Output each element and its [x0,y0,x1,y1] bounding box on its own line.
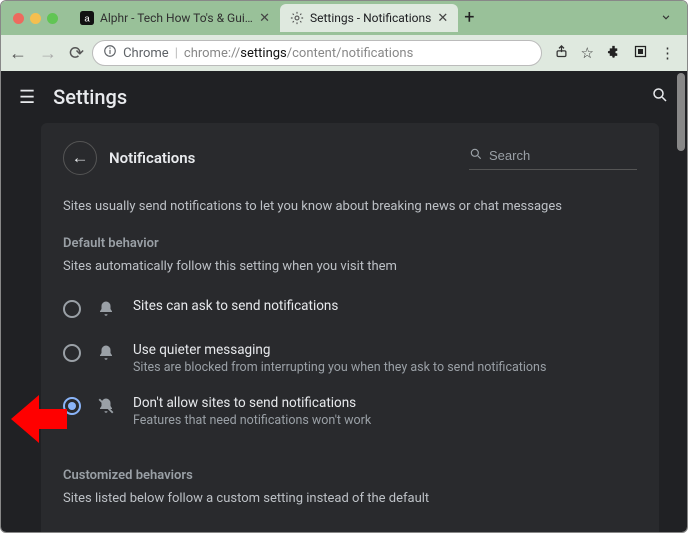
radio-button[interactable] [63,300,81,318]
browser-toolbar: ← → ⟳ Chrome | chrome://settings/content… [1,35,687,71]
page-search-input[interactable] [489,148,637,163]
close-tab-icon[interactable]: ✕ [259,11,270,26]
url-scheme-label: Chrome [123,46,169,61]
menu-icon[interactable]: ⋮ [660,44,675,62]
settings-favicon [290,11,304,25]
app-title: Settings [53,85,651,109]
option-title: Sites can ask to send notifications [133,298,637,314]
reload-icon[interactable]: ⟳ [69,43,84,64]
settings-card: ← Notifications Sites usually send notif… [41,123,659,532]
url-path: /content/notifications [287,46,414,61]
bookmark-icon[interactable]: ☆ [581,44,594,62]
zoom-window-button[interactable] [47,13,58,24]
search-icon [469,147,483,165]
alphr-favicon: a [80,11,94,25]
browser-tab-strip: a Alphr - Tech How To's & Guide ✕ Settin… [1,1,687,35]
page-viewport: ☰ Settings ← Notifications Sites usually… [1,71,687,532]
option-quieter-messaging[interactable]: Use quieter messaging Sites are blocked … [63,332,637,385]
radio-button[interactable] [63,344,81,362]
minimize-window-button[interactable] [30,13,41,24]
option-subtext: Sites are blocked from interrupting you … [133,360,637,375]
search-icon[interactable] [651,86,669,109]
extensions-icon[interactable] [606,44,621,63]
new-tab-button[interactable]: + [464,9,474,27]
back-icon[interactable]: ← [9,43,27,64]
tab-title: Settings - Notifications [310,11,431,25]
option-title: Use quieter messaging [133,342,637,358]
scrollbar-thumb[interactable] [677,73,685,151]
bell-icon [97,344,117,366]
hamburger-menu-icon[interactable]: ☰ [19,87,35,108]
radio-button[interactable] [63,397,81,415]
window-controls[interactable] [13,13,58,24]
share-icon[interactable] [554,44,569,63]
default-behavior-heading: Default behavior [63,236,637,251]
page-description: Sites usually send notifications to let … [63,199,637,214]
customized-behaviors-subtext: Sites listed below follow a custom setti… [63,491,637,506]
vertical-scrollbar[interactable] [677,71,685,532]
address-bar[interactable]: Chrome | chrome://settings/content/notif… [92,40,541,66]
option-dont-allow[interactable]: Don't allow sites to send notifications … [63,385,637,438]
browser-tab-settings[interactable]: Settings - Notifications ✕ [280,4,458,32]
bell-off-icon [97,397,117,419]
settings-app-bar: ☰ Settings [1,71,687,123]
option-title: Don't allow sites to send notifications [133,395,637,411]
bell-icon [97,300,117,322]
svg-text:a: a [84,14,90,25]
tab-title: Alphr - Tech How To's & Guide [100,11,253,25]
default-behavior-subtext: Sites automatically follow this setting … [63,259,637,274]
page-title: Notifications [109,149,457,167]
option-sites-can-ask[interactable]: Sites can ask to send notifications [63,288,637,332]
site-info-icon[interactable] [103,44,117,62]
close-window-button[interactable] [13,13,24,24]
account-icon[interactable] [633,44,648,63]
url-prefix: chrome:// [184,46,240,61]
forward-icon: → [39,43,57,64]
page-search[interactable] [469,147,637,170]
browser-tab-alphr[interactable]: a Alphr - Tech How To's & Guide ✕ [70,4,280,32]
url-host: settings [240,46,286,61]
close-tab-icon[interactable]: ✕ [437,11,448,26]
url-separator: | [175,46,178,61]
customized-behaviors-heading: Customized behaviors [63,468,637,483]
tabs-dropdown-icon[interactable] [659,9,673,28]
option-subtext: Features that need notifications won't w… [133,413,637,428]
back-button[interactable]: ← [63,141,97,175]
